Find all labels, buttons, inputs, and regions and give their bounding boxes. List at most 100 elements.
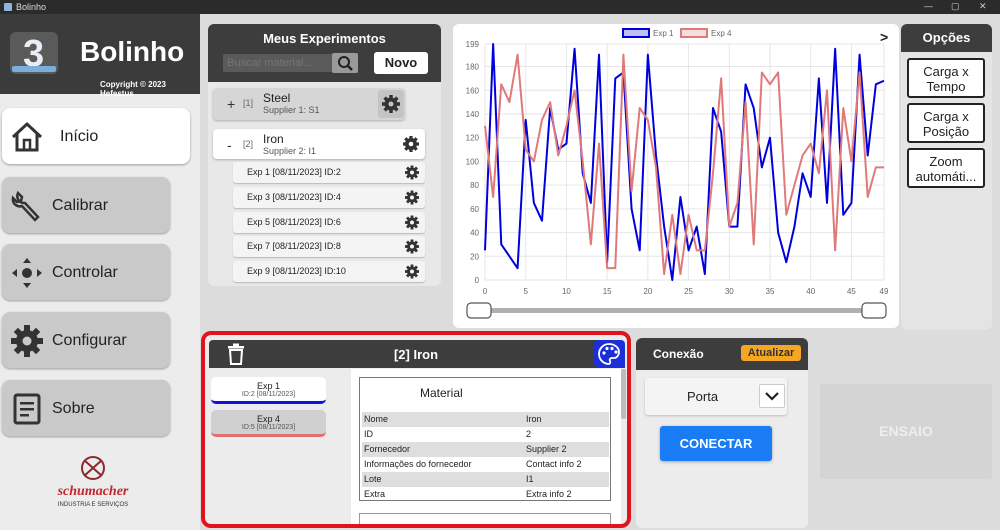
tab-sub: ID:5 [08/11/2023] bbox=[241, 424, 296, 431]
y-tick-label: 20 bbox=[470, 252, 479, 261]
material-settings-button[interactable] bbox=[378, 90, 404, 118]
experiment-label: Exp 7 [08/11/2023] ID:8 bbox=[247, 241, 341, 251]
material-supplier: Supplier 2: I1 bbox=[263, 146, 317, 156]
document-icon bbox=[13, 393, 41, 425]
y-tick-label: 160 bbox=[466, 86, 480, 95]
wrench-icon bbox=[11, 190, 40, 222]
gear-icon bbox=[11, 325, 43, 357]
refresh-button[interactable]: Atualizar bbox=[741, 345, 801, 361]
material-detail-panel: [2] Iron Exp 1 ID:2 [08/11/2023] Exp 4 I… bbox=[201, 331, 631, 528]
x-tick-label: 10 bbox=[562, 287, 571, 296]
load-vs-time-button[interactable]: Carga x Tempo bbox=[907, 58, 985, 98]
gear-icon bbox=[403, 136, 419, 152]
x-tick-label: 45 bbox=[847, 287, 856, 296]
option-label: Zoom automáti... bbox=[915, 154, 977, 184]
search-button[interactable] bbox=[332, 53, 358, 73]
x-tick-label: 35 bbox=[766, 287, 775, 296]
port-select[interactable]: Porta bbox=[645, 378, 787, 415]
detail-header: [2] Iron bbox=[209, 340, 625, 368]
partner-emblem-icon bbox=[81, 456, 105, 480]
experiment-settings-button[interactable] bbox=[401, 212, 423, 233]
tab-sub: ID:2 [08/11/2023] bbox=[241, 391, 296, 398]
nav-label: Configurar bbox=[52, 332, 127, 349]
row-key: ID bbox=[364, 429, 373, 439]
chart-next-arrow[interactable]: > bbox=[880, 29, 888, 45]
new-material-button[interactable]: Novo bbox=[374, 52, 428, 74]
gear-icon bbox=[405, 165, 419, 180]
experiment-row[interactable]: Exp 5 [08/11/2023] ID:6 bbox=[233, 212, 425, 233]
row-value: Contact info 2 bbox=[526, 459, 582, 469]
maximize-button[interactable]: ▢ bbox=[951, 1, 960, 12]
move-arrows-icon bbox=[12, 258, 42, 288]
options-title: Opções bbox=[901, 24, 992, 52]
detail-scrollbar[interactable] bbox=[621, 369, 626, 419]
row-value: 2 bbox=[526, 429, 532, 439]
table-row: Lote I1 bbox=[362, 472, 609, 487]
gear-icon bbox=[382, 95, 400, 113]
experiments-header: Meus Experimentos Novo bbox=[208, 24, 441, 82]
line-chart: 0 20 40 60 80 100 120 140 160 180 199 0 5 10 15 20 25 30 3… bbox=[466, 28, 889, 319]
nav-calibrar-button[interactable]: Calibrar bbox=[2, 177, 170, 233]
material-item-iron[interactable]: - [2] Iron Supplier 2: I1 bbox=[213, 129, 425, 159]
x-tick-label: 25 bbox=[684, 287, 693, 296]
app-icon bbox=[4, 3, 12, 11]
y-tick-label: 0 bbox=[475, 276, 480, 285]
connection-header: Conexão Atualizar bbox=[636, 338, 808, 370]
table-row: Fornecedor Supplier 2 bbox=[362, 442, 609, 457]
y-tick-label: 180 bbox=[466, 63, 480, 72]
partner-name: schumacher bbox=[57, 484, 129, 499]
experiment-tab-exp4[interactable]: Exp 4 ID:5 [08/11/2023] bbox=[211, 410, 326, 437]
experiment-settings-button[interactable] bbox=[401, 261, 423, 282]
load-vs-position-button[interactable]: Carga x Posição bbox=[907, 103, 985, 143]
nav-label: Calibrar bbox=[52, 197, 109, 214]
collapse-toggle[interactable]: - bbox=[227, 137, 232, 153]
experiment-row[interactable]: Exp 1 [08/11/2023] ID:2 bbox=[233, 162, 425, 183]
experiment-label: Exp 5 [08/11/2023] ID:6 bbox=[247, 217, 341, 227]
range-slider-start-handle[interactable] bbox=[466, 302, 492, 319]
bolinho-logo-icon: 3 bbox=[10, 32, 58, 75]
x-tick-label: 20 bbox=[643, 287, 652, 296]
nav-inicio-button[interactable]: Início bbox=[2, 108, 190, 164]
color-palette-button[interactable] bbox=[593, 340, 625, 368]
gear-icon bbox=[405, 190, 419, 205]
material-settings-button[interactable] bbox=[399, 132, 423, 156]
next-section-card bbox=[359, 513, 611, 524]
experiment-label: Exp 9 [08/11/2023] ID:10 bbox=[247, 266, 346, 276]
chart-panel: 0 20 40 60 80 100 120 140 160 180 199 0 5 10 15 20 25 30 3… bbox=[453, 24, 899, 328]
port-dropdown-button[interactable] bbox=[759, 384, 785, 408]
legend-swatch bbox=[622, 28, 650, 38]
material-item-steel[interactable]: + [1] Steel Supplier 1: S1 bbox=[213, 88, 405, 120]
nav-controlar-button[interactable]: Controlar bbox=[2, 244, 170, 300]
experiment-row[interactable]: Exp 3 [08/11/2023] ID:4 bbox=[233, 187, 425, 208]
brand-header: 3 Bolinho Copyright © 2023 Hefestus bbox=[0, 14, 200, 98]
expand-toggle[interactable]: + bbox=[227, 96, 235, 112]
row-value: Extra info 2 bbox=[526, 489, 572, 499]
nav-label: Sobre bbox=[52, 400, 95, 417]
search-input[interactable] bbox=[223, 54, 333, 72]
table-row: Nome Iron bbox=[362, 412, 609, 427]
x-tick-label: 0 bbox=[483, 287, 488, 296]
experiment-settings-button[interactable] bbox=[401, 236, 423, 257]
option-label: Carga x Posição bbox=[922, 109, 970, 139]
experiment-settings-button[interactable] bbox=[401, 162, 423, 183]
legend-swatch bbox=[680, 28, 708, 38]
minimize-button[interactable]: — bbox=[924, 1, 933, 11]
nav-sobre-button[interactable]: Sobre bbox=[2, 380, 170, 436]
row-value: Iron bbox=[526, 414, 542, 424]
experiment-settings-button[interactable] bbox=[401, 187, 423, 208]
material-name: Iron bbox=[263, 132, 284, 146]
connect-button[interactable]: CONECTAR bbox=[660, 426, 772, 461]
experiment-row[interactable]: Exp 9 [08/11/2023] ID:10 bbox=[233, 261, 425, 282]
x-tick-label: 15 bbox=[603, 287, 612, 296]
range-slider-end-handle[interactable] bbox=[861, 302, 887, 319]
auto-zoom-button[interactable]: Zoom automáti... bbox=[907, 148, 985, 188]
test-button[interactable]: ENSAIO bbox=[820, 384, 992, 479]
partner-logo: schumacher INDUSTRIA E SERVIÇOS bbox=[28, 452, 158, 512]
close-button[interactable]: ✕ bbox=[979, 1, 987, 12]
experiment-row[interactable]: Exp 7 [08/11/2023] ID:8 bbox=[233, 236, 425, 257]
experiments-title: Meus Experimentos bbox=[263, 31, 386, 46]
experiment-tab-exp1[interactable]: Exp 1 ID:2 [08/11/2023] bbox=[211, 377, 326, 404]
nav-configurar-button[interactable]: Configurar bbox=[2, 312, 170, 368]
nav-label: Início bbox=[60, 128, 99, 145]
connection-title: Conexão bbox=[653, 347, 704, 361]
